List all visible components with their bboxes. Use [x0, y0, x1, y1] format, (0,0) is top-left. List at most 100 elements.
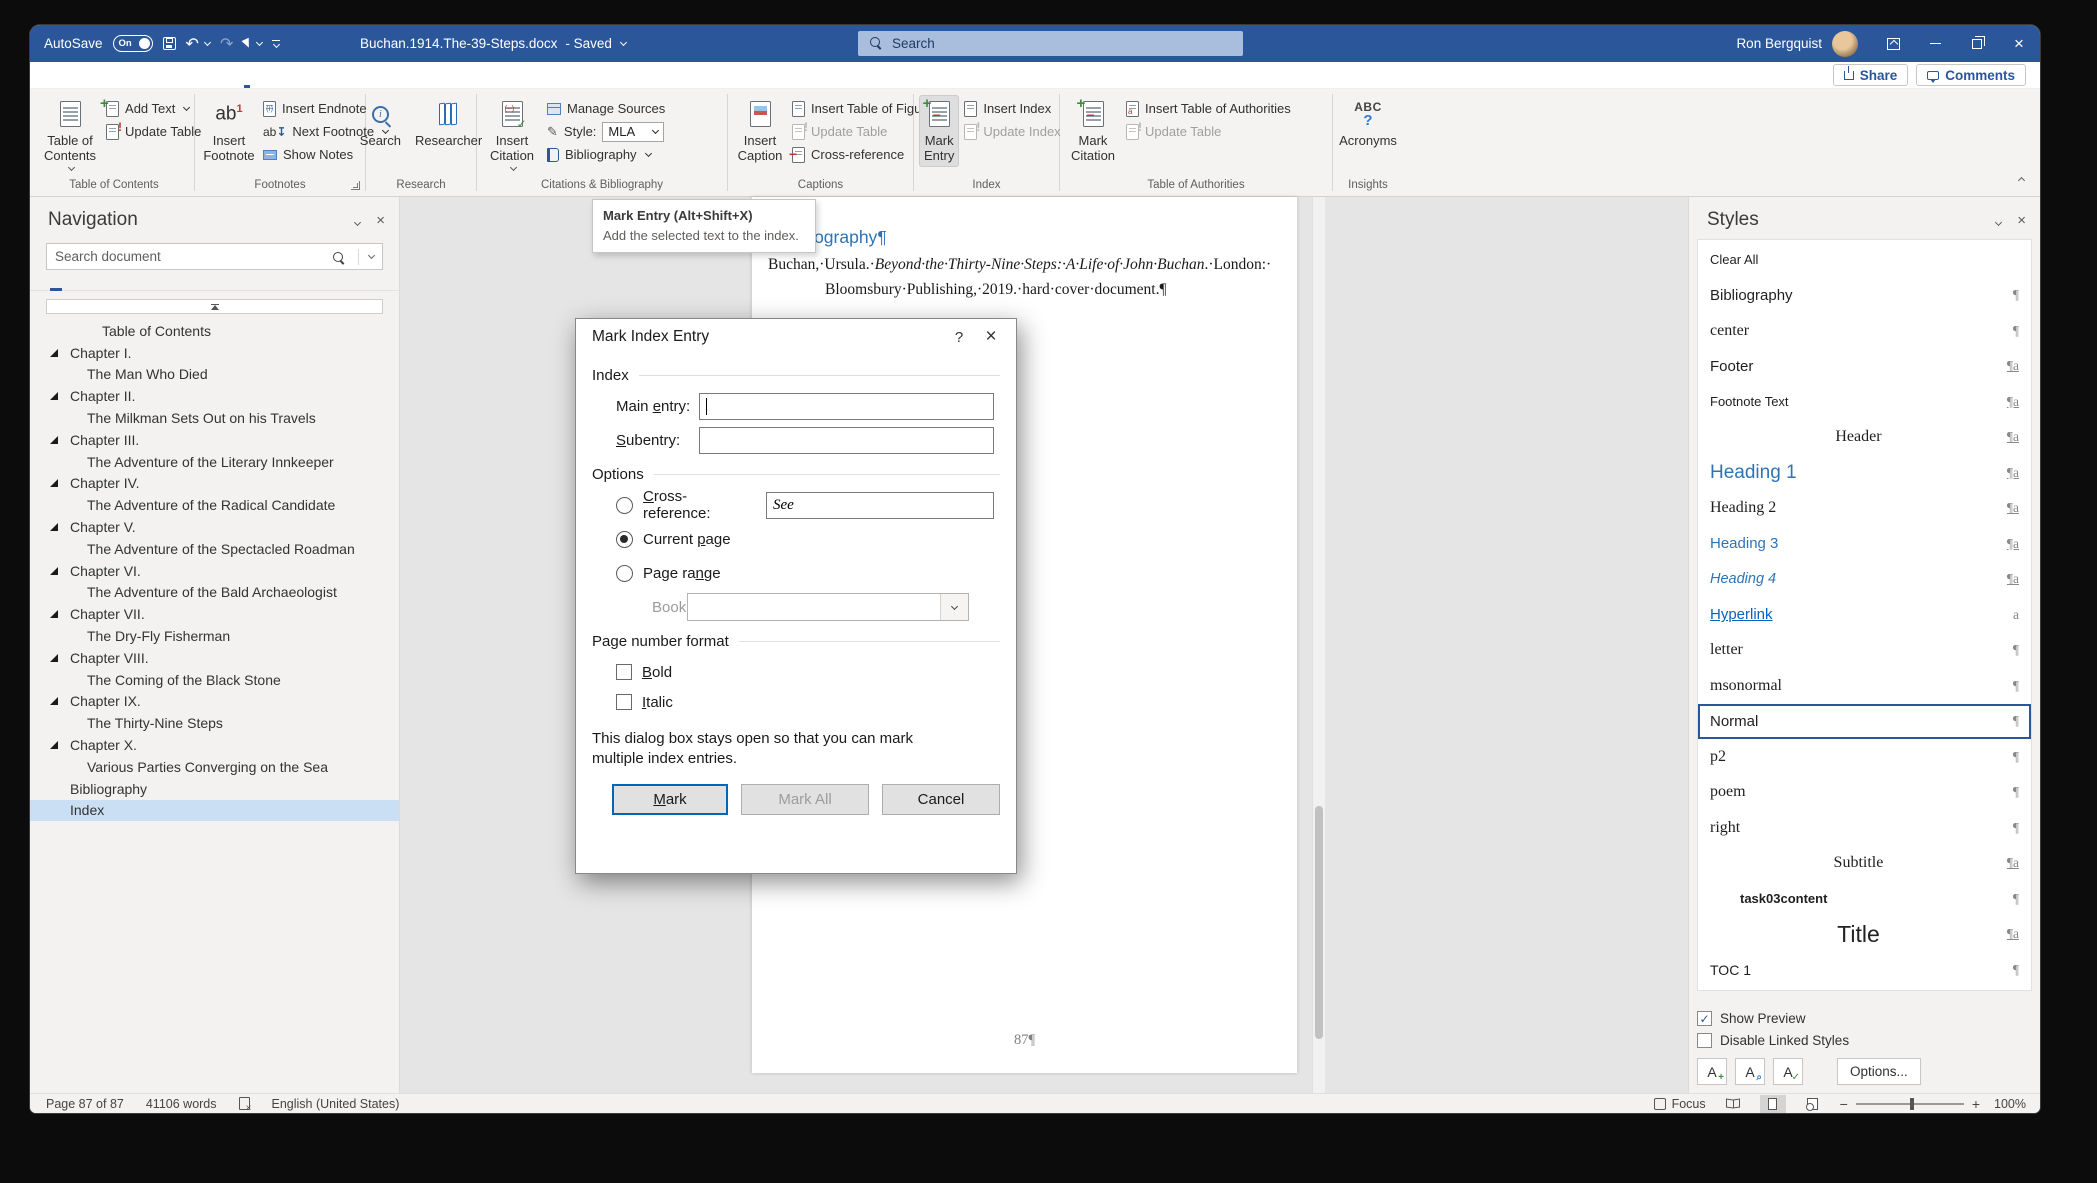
nav-item[interactable]: The Coming of the Black Stone — [30, 669, 399, 691]
ribbon-tab[interactable] — [262, 62, 292, 88]
avatar[interactable] — [1832, 31, 1858, 57]
titlebar-search[interactable] — [858, 31, 1243, 56]
cross-reference-input[interactable] — [766, 492, 994, 519]
navigation-search[interactable] — [46, 243, 383, 270]
style-entry[interactable]: Normal ¶ — [1698, 704, 2031, 740]
new-style-button[interactable]: A+ — [1697, 1058, 1727, 1085]
researcher-button[interactable]: Researcher — [411, 96, 486, 150]
collapse-triangle-icon[interactable] — [50, 697, 58, 705]
zoom-in-button[interactable]: + — [1972, 1096, 1980, 1112]
comments-button[interactable]: Comments — [1916, 64, 2026, 86]
table-of-contents-button[interactable]: Table of Contents — [40, 96, 100, 172]
style-entry[interactable]: Heading 2 ¶a — [1698, 491, 2031, 527]
customize-quick-access-toolbar-button[interactable] — [272, 40, 280, 47]
footnotes-dialog-launcher[interactable] — [351, 181, 360, 190]
main-entry-input[interactable] — [699, 393, 994, 420]
style-entry[interactable]: right ¶ — [1698, 810, 2031, 846]
ribbon-tab[interactable] — [322, 62, 352, 88]
style-entry[interactable]: Footer ¶a — [1698, 349, 2031, 385]
collapse-triangle-icon[interactable] — [50, 523, 58, 531]
document-title[interactable]: Buchan.1914.The-39-Steps.docx - Saved — [360, 25, 626, 62]
style-entry[interactable]: msonormal ¶ — [1698, 668, 2031, 704]
zoom-slider[interactable] — [1856, 1103, 1964, 1105]
collapse-triangle-icon[interactable] — [50, 349, 58, 357]
nav-item[interactable]: The Adventure of the Literary Innkeeper — [30, 451, 399, 473]
search-icon[interactable] — [333, 252, 343, 262]
ribbon-tab[interactable] — [112, 62, 142, 88]
word-count[interactable]: 41106 words — [146, 1097, 217, 1111]
scrollbar-thumb[interactable] — [1315, 806, 1323, 1039]
nav-item[interactable]: Table of Contents — [30, 320, 399, 342]
close-button[interactable]: × — [1998, 25, 2040, 62]
dialog-close-button[interactable]: × — [974, 326, 1008, 348]
document-scrollbar[interactable] — [1312, 197, 1325, 1093]
restore-button[interactable] — [1956, 25, 1998, 62]
save-button[interactable] — [163, 37, 176, 50]
bibliography-entry[interactable]: Buchan,·Ursula.·Beyond·the·Thirty-Nine·S… — [768, 252, 1277, 302]
ribbon-tab[interactable] — [352, 62, 382, 88]
update-table-button[interactable]: !Update Table — [106, 121, 201, 142]
insert-footnote-button[interactable]: ab1 InsertFootnote — [201, 96, 257, 166]
ribbon-tab[interactable] — [202, 62, 232, 88]
collapse-triangle-icon[interactable] — [50, 436, 58, 444]
collapse-triangle-icon[interactable] — [50, 392, 58, 400]
close-pane-button[interactable]: × — [376, 212, 385, 229]
ribbon-tab[interactable] — [172, 62, 202, 88]
style-entry[interactable]: Heading 1 ¶a — [1698, 455, 2031, 491]
nav-item[interactable]: Chapter II. — [30, 385, 399, 407]
bibliography-heading[interactable]: Bibliography¶ — [768, 227, 1277, 248]
cancel-button[interactable]: Cancel — [882, 784, 1000, 815]
style-entry[interactable]: poem ¶ — [1698, 775, 2031, 811]
insert-table-of-authorities-button[interactable]: aInsert Table of Authorities — [1126, 98, 1291, 119]
navigation-tab[interactable] — [94, 280, 114, 290]
nav-item[interactable]: The Adventure of the Bald Archaeologist — [30, 582, 399, 604]
show-preview-option[interactable]: ✓ Show Preview — [1697, 1011, 2032, 1026]
style-entry[interactable]: Heading 4 ¶a — [1698, 562, 2031, 598]
ribbon-display-options-button[interactable] — [1872, 25, 1914, 62]
style-entry[interactable]: Bibliography ¶ — [1698, 278, 2031, 314]
style-entry[interactable]: Footnote Text ¶a — [1698, 384, 2031, 420]
focus-mode-button[interactable]: Focus — [1654, 1097, 1706, 1111]
show-preview-checkbox[interactable]: ✓ — [1697, 1011, 1712, 1026]
touch-mouse-mode-button[interactable] — [243, 39, 262, 48]
style-entry[interactable]: p2 ¶ — [1698, 739, 2031, 775]
language-indicator[interactable]: English (United States) — [272, 1097, 400, 1111]
style-entry[interactable]: center ¶ — [1698, 313, 2031, 349]
collapse-triangle-icon[interactable] — [50, 479, 58, 487]
ribbon-tab[interactable] — [82, 62, 112, 88]
nav-item[interactable]: The Adventure of the Radical Candidate — [30, 494, 399, 516]
search-input[interactable] — [892, 36, 1192, 51]
ribbon-tab[interactable] — [232, 62, 262, 88]
italic-checkbox[interactable] — [616, 694, 632, 710]
print-layout-button[interactable] — [1760, 1095, 1786, 1113]
disable-linked-styles-option[interactable]: Disable Linked Styles — [1697, 1033, 2032, 1048]
mark-button[interactable]: Mark — [612, 784, 728, 815]
page-indicator[interactable]: Page 87 of 87 — [46, 1097, 124, 1111]
share-button[interactable]: Share — [1833, 64, 1909, 86]
nav-item[interactable]: Chapter V. — [30, 516, 399, 538]
navigation-tab[interactable] — [46, 280, 66, 290]
style-inspector-button[interactable]: A⌕ — [1735, 1058, 1765, 1085]
manage-styles-button[interactable]: A✓ — [1773, 1058, 1803, 1085]
insert-citation-button[interactable]: (–)✓ InsertCitation — [483, 96, 541, 172]
style-entry[interactable]: TOC 1 ¶ — [1698, 952, 2031, 988]
search-button[interactable]: i Search — [356, 96, 405, 150]
collapse-triangle-icon[interactable] — [50, 654, 58, 662]
nav-item[interactable]: The Milkman Sets Out on his Travels — [30, 407, 399, 429]
navigation-search-input[interactable] — [55, 249, 333, 264]
style-entry[interactable]: task03content ¶ — [1698, 881, 2031, 917]
autosave-toggle[interactable]: On — [113, 35, 153, 52]
nav-item[interactable]: The Dry-Fly Fisherman — [30, 625, 399, 647]
collapse-triangle-icon[interactable] — [50, 741, 58, 749]
pane-options-button[interactable] — [1993, 212, 2001, 229]
mark-entry-button[interactable]: +− MarkEntry — [920, 96, 958, 166]
style-entry[interactable]: Header ¶a — [1698, 420, 2031, 456]
style-entry[interactable]: Heading 3 ¶a — [1698, 526, 2031, 562]
nav-item[interactable]: Chapter I. — [30, 342, 399, 364]
style-entry[interactable]: Clear All — [1698, 242, 2031, 278]
collapse-ribbon-button[interactable] — [2016, 170, 2024, 188]
nav-item[interactable]: Chapter IV. — [30, 473, 399, 495]
nav-item[interactable]: The Thirty-Nine Steps — [30, 712, 399, 734]
jump-to-top-button[interactable] — [46, 299, 383, 314]
pane-options-button[interactable] — [352, 212, 360, 229]
